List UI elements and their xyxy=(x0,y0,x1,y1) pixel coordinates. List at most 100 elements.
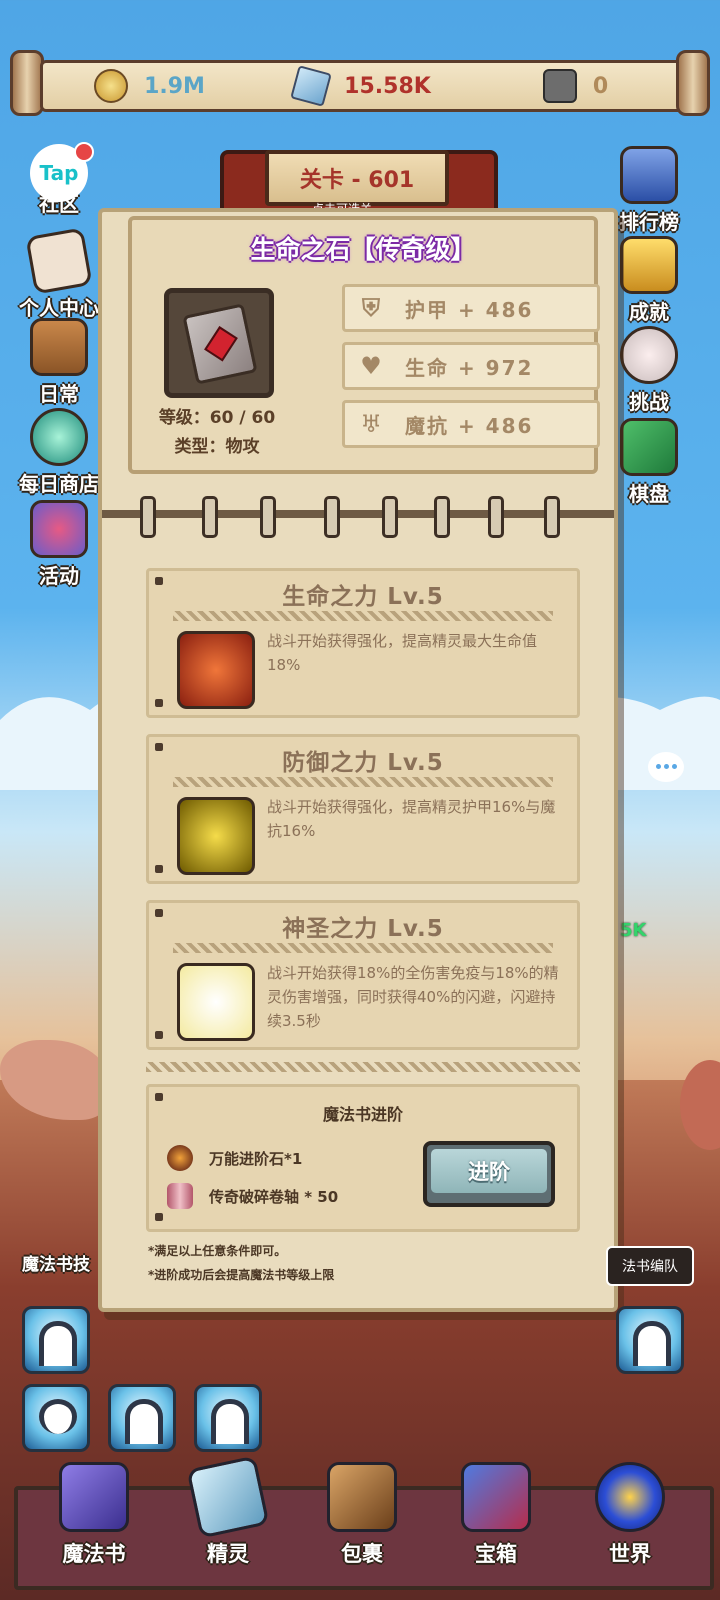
nav-sprite[interactable]: 精灵 xyxy=(168,1455,288,1568)
book-title: 生命之石【传奇级】 xyxy=(250,235,476,264)
shield-icon: ⛨ xyxy=(362,294,382,322)
skill-slot[interactable] xyxy=(22,1306,90,1374)
resource-bar: 1.9M 15.58K 0 xyxy=(10,50,710,116)
skill-description: 战斗开始获得18%的全伤害免疫与18%的精灵伤害增强，同时获得40%的闪避，闪避… xyxy=(267,964,559,1030)
slot-arch-icon xyxy=(211,1399,249,1444)
magic-book-icon xyxy=(182,303,258,385)
rune-value: 0 xyxy=(592,73,609,99)
nav-chest[interactable]: 宝箱 xyxy=(436,1462,556,1568)
daily-shop-button[interactable]: 每日商店 xyxy=(14,408,104,497)
skill-slot[interactable] xyxy=(616,1306,684,1374)
profile-label: 个人中心 xyxy=(19,296,99,320)
daily-shop-label: 每日商店 xyxy=(19,472,99,496)
advance-requirement-text: 传奇破碎卷轴 * 50 xyxy=(209,1187,339,1206)
level-title: 关卡 - 601 xyxy=(265,150,449,206)
notebook-binding xyxy=(102,496,614,538)
crystal-resource[interactable]: 15.58K xyxy=(256,65,469,107)
level-selector[interactable]: 关卡 - 601 点击可选关 xyxy=(220,130,498,228)
nav-label: 世界 xyxy=(609,1542,651,1566)
sprite-nav-icon xyxy=(186,1455,270,1539)
chat-bubble-icon[interactable] xyxy=(648,752,684,782)
skill-slot[interactable] xyxy=(108,1384,176,1452)
chest-nav-icon xyxy=(461,1462,531,1532)
binding-ring xyxy=(324,496,340,538)
book-level: 等级：60 / 60 xyxy=(158,408,276,428)
stat-magic-resist: ♅ 魔抗 + 486 xyxy=(342,400,600,448)
barrel-icon xyxy=(30,318,88,376)
advance-button-label: 进阶 xyxy=(431,1149,547,1193)
advance-requirement: 万能进阶石*1 xyxy=(167,1145,302,1171)
slot-orb-icon xyxy=(39,1399,77,1434)
defense-power-icon xyxy=(177,797,255,875)
nav-bag[interactable]: 包裹 xyxy=(302,1462,422,1568)
advance-section: 魔法书进阶 万能进阶石*1 传奇破碎卷轴 * 50 进阶 xyxy=(146,1084,580,1232)
bag-nav-icon xyxy=(327,1462,397,1532)
daily-label: 日常 xyxy=(39,382,79,406)
skill-title: 神圣之力 Lv.5 xyxy=(282,916,444,942)
skill-slot[interactable] xyxy=(194,1384,262,1452)
stat-magic-resist-text: 魔抗 + 486 xyxy=(405,413,534,438)
event-button[interactable]: 活动 xyxy=(14,500,104,589)
resource-scroll: 1.9M 15.58K 0 xyxy=(40,60,686,112)
gold-trophy-icon xyxy=(620,236,678,294)
skull-icon xyxy=(620,326,678,384)
book-type: 类型：物攻 xyxy=(174,437,260,457)
daily-button[interactable]: 日常 xyxy=(14,318,104,407)
skill-card-holy: 神圣之力 Lv.5 战斗开始获得18%的全伤害免疫与18%的精灵伤害增强，同时获… xyxy=(146,900,580,1050)
book-portrait xyxy=(164,288,274,398)
skill-section-label: 魔法书技 xyxy=(22,1255,90,1275)
crystal-value: 15.58K xyxy=(344,73,431,99)
book-team-button[interactable]: 法书编队 xyxy=(606,1246,694,1286)
magic-book-detail-panel: 生命之石【传奇级】 等级：60 / 60 类型：物攻 ⛨ 护甲 + 486 ♥ … xyxy=(98,208,618,1312)
binding-ring xyxy=(434,496,450,538)
crystal-ball-icon xyxy=(30,408,88,466)
skill-divider xyxy=(173,611,553,621)
advance-requirement: 传奇破碎卷轴 * 50 xyxy=(167,1183,338,1209)
heart-icon: ♥ xyxy=(360,352,384,380)
community-button[interactable]: Tap 社区 xyxy=(14,142,104,217)
skill-title: 生命之力 Lv.5 xyxy=(282,584,444,610)
binding-ring xyxy=(202,496,218,538)
crystal-icon xyxy=(290,65,332,107)
stat-armor-text: 护甲 + 486 xyxy=(405,297,534,322)
section-divider xyxy=(146,1062,580,1072)
gold-resource[interactable]: 1.9M xyxy=(43,69,256,103)
stat-armor: ⛨ 护甲 + 486 xyxy=(342,284,600,332)
advance-stone-icon xyxy=(167,1145,193,1171)
advance-button[interactable]: 进阶 xyxy=(423,1141,555,1207)
cup-icon xyxy=(30,500,88,558)
skill-slot[interactable] xyxy=(22,1384,90,1452)
book-info: 等级：60 / 60 类型：物攻 xyxy=(152,404,282,462)
rune-resource[interactable]: 0 xyxy=(469,69,682,103)
profile-button[interactable]: 个人中心 xyxy=(14,227,104,321)
skill-card-life: 生命之力 Lv.5 战斗开始获得强化，提高精灵最大生命值18% xyxy=(146,568,580,718)
nav-label: 宝箱 xyxy=(475,1542,517,1566)
coin-icon xyxy=(94,69,129,103)
gold-value: 1.9M xyxy=(144,73,205,99)
event-label: 活动 xyxy=(39,564,79,588)
binding-ring xyxy=(488,496,504,538)
stat-health: ♥ 生命 + 972 xyxy=(342,342,600,390)
skill-title: 防御之力 Lv.5 xyxy=(282,750,444,776)
advance-title: 魔法书进阶 xyxy=(322,1105,403,1124)
nav-magic-book[interactable]: 魔法书 xyxy=(34,1462,154,1568)
spellbook-nav-icon xyxy=(59,1462,129,1532)
binding-ring xyxy=(260,496,276,538)
slot-arch-icon xyxy=(39,1321,77,1366)
binding-ring xyxy=(544,496,560,538)
chessboard-icon xyxy=(620,418,678,476)
notification-badge xyxy=(74,142,94,162)
rune-stone-icon xyxy=(542,69,577,103)
life-power-icon xyxy=(177,631,255,709)
trophy-cup-icon xyxy=(620,146,678,204)
skill-card-defense: 防御之力 Lv.5 战斗开始获得强化，提高精灵护甲16%与魔抗16% xyxy=(146,734,580,884)
floating-value: 5K xyxy=(620,920,647,941)
skill-description: 战斗开始获得强化，提高精灵护甲16%与魔抗16% xyxy=(267,798,556,840)
advance-requirement-text: 万能进阶石*1 xyxy=(209,1149,303,1168)
skill-divider xyxy=(173,943,553,953)
slot-arch-icon xyxy=(125,1399,163,1444)
nav-label: 魔法书 xyxy=(62,1542,126,1566)
scroll-icon xyxy=(167,1183,193,1209)
nav-world[interactable]: 世界 xyxy=(570,1462,690,1568)
advance-note: *满足以上任意条件即可。 xyxy=(148,1244,287,1258)
